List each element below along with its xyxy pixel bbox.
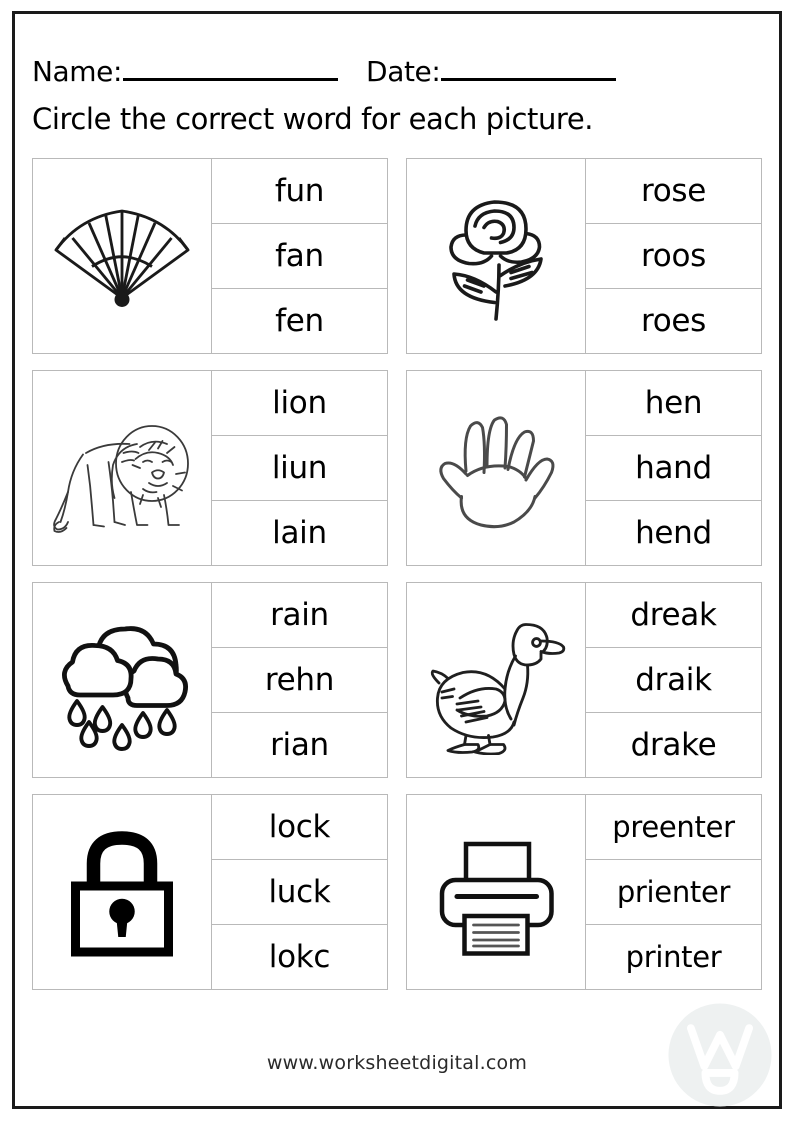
exercise-item: dreak draik drake bbox=[406, 582, 762, 778]
worksheet-content: Name: Date: Circle the correct word for … bbox=[32, 34, 762, 990]
footer-site-url: www.worksheetdigital.com bbox=[266, 1052, 528, 1074]
choice-option[interactable]: hen bbox=[586, 370, 762, 436]
choice-option[interactable]: rose bbox=[586, 158, 762, 224]
exercise-item: rose roos roes bbox=[406, 158, 762, 354]
choice-option[interactable]: prienter bbox=[586, 860, 762, 925]
choice-option[interactable]: preenter bbox=[586, 794, 762, 860]
picture-cell bbox=[32, 794, 212, 990]
choice-option[interactable]: fan bbox=[212, 224, 388, 289]
choice-option[interactable]: roes bbox=[586, 289, 762, 354]
picture-cell bbox=[406, 794, 586, 990]
padlock-icon bbox=[71, 831, 173, 957]
choice-option[interactable]: roos bbox=[586, 224, 762, 289]
exercise-item: lock luck lokc bbox=[32, 794, 388, 990]
picture-cell bbox=[406, 158, 586, 354]
choice-option[interactable]: fun bbox=[212, 158, 388, 224]
picture-cell bbox=[32, 370, 212, 566]
exercise-item: hen hand hend bbox=[406, 370, 762, 566]
choice-column: dreak draik drake bbox=[586, 582, 762, 778]
name-label: Name: bbox=[32, 55, 123, 88]
name-write-line[interactable] bbox=[123, 56, 339, 81]
choice-column: rose roos roes bbox=[586, 158, 762, 354]
name-field-group: Name: bbox=[32, 55, 339, 88]
exercise-item: lion liun lain bbox=[32, 370, 388, 566]
rose-icon bbox=[449, 200, 543, 321]
hand-icon bbox=[439, 416, 555, 529]
duck-icon bbox=[430, 623, 566, 755]
choice-column: fun fan fen bbox=[212, 158, 388, 354]
choice-option[interactable]: luck bbox=[212, 860, 388, 925]
instruction-text: Circle the correct word for each picture… bbox=[32, 102, 594, 136]
date-field-group: Date: bbox=[366, 55, 617, 88]
choice-option[interactable]: liun bbox=[212, 436, 388, 501]
choice-column: lock luck lokc bbox=[212, 794, 388, 990]
choice-option[interactable]: drake bbox=[586, 713, 762, 778]
choice-option[interactable]: rain bbox=[212, 582, 388, 648]
name-date-row: Name: Date: bbox=[32, 34, 762, 88]
picture-cell bbox=[406, 370, 586, 566]
exercise-item: preenter prienter printer bbox=[406, 794, 762, 990]
picture-cell bbox=[32, 158, 212, 354]
lion-icon bbox=[53, 425, 189, 533]
choice-column: lion liun lain bbox=[212, 370, 388, 566]
date-label: Date: bbox=[366, 55, 441, 88]
fan-icon bbox=[54, 209, 190, 307]
picture-cell bbox=[406, 582, 586, 778]
worksheet-page: Name: Date: Circle the correct word for … bbox=[0, 0, 794, 1121]
choice-option[interactable]: rehn bbox=[212, 648, 388, 713]
choice-column: preenter prienter printer bbox=[586, 794, 762, 990]
choice-option[interactable]: dreak bbox=[586, 582, 762, 648]
choice-option[interactable]: lion bbox=[212, 370, 388, 436]
choice-option[interactable]: rian bbox=[212, 713, 388, 778]
choice-option[interactable]: lain bbox=[212, 501, 388, 566]
picture-cell bbox=[32, 582, 212, 778]
printer-icon bbox=[439, 841, 554, 956]
choice-option[interactable]: fen bbox=[212, 289, 388, 354]
exercise-grid: fun fan fen rose roos roes lion liun lai… bbox=[32, 158, 762, 990]
choice-option[interactable]: printer bbox=[586, 925, 762, 990]
choice-option[interactable]: lokc bbox=[212, 925, 388, 990]
exercise-item: fun fan fen bbox=[32, 158, 388, 354]
rain-cloud-icon bbox=[62, 626, 188, 751]
choice-option[interactable]: draik bbox=[586, 648, 762, 713]
choice-option[interactable]: lock bbox=[212, 794, 388, 860]
choice-option[interactable]: hend bbox=[586, 501, 762, 566]
choice-column: hen hand hend bbox=[586, 370, 762, 566]
choice-option[interactable]: hand bbox=[586, 436, 762, 501]
choice-column: rain rehn rian bbox=[212, 582, 388, 778]
date-write-line[interactable] bbox=[441, 56, 617, 81]
exercise-item: rain rehn rian bbox=[32, 582, 388, 778]
